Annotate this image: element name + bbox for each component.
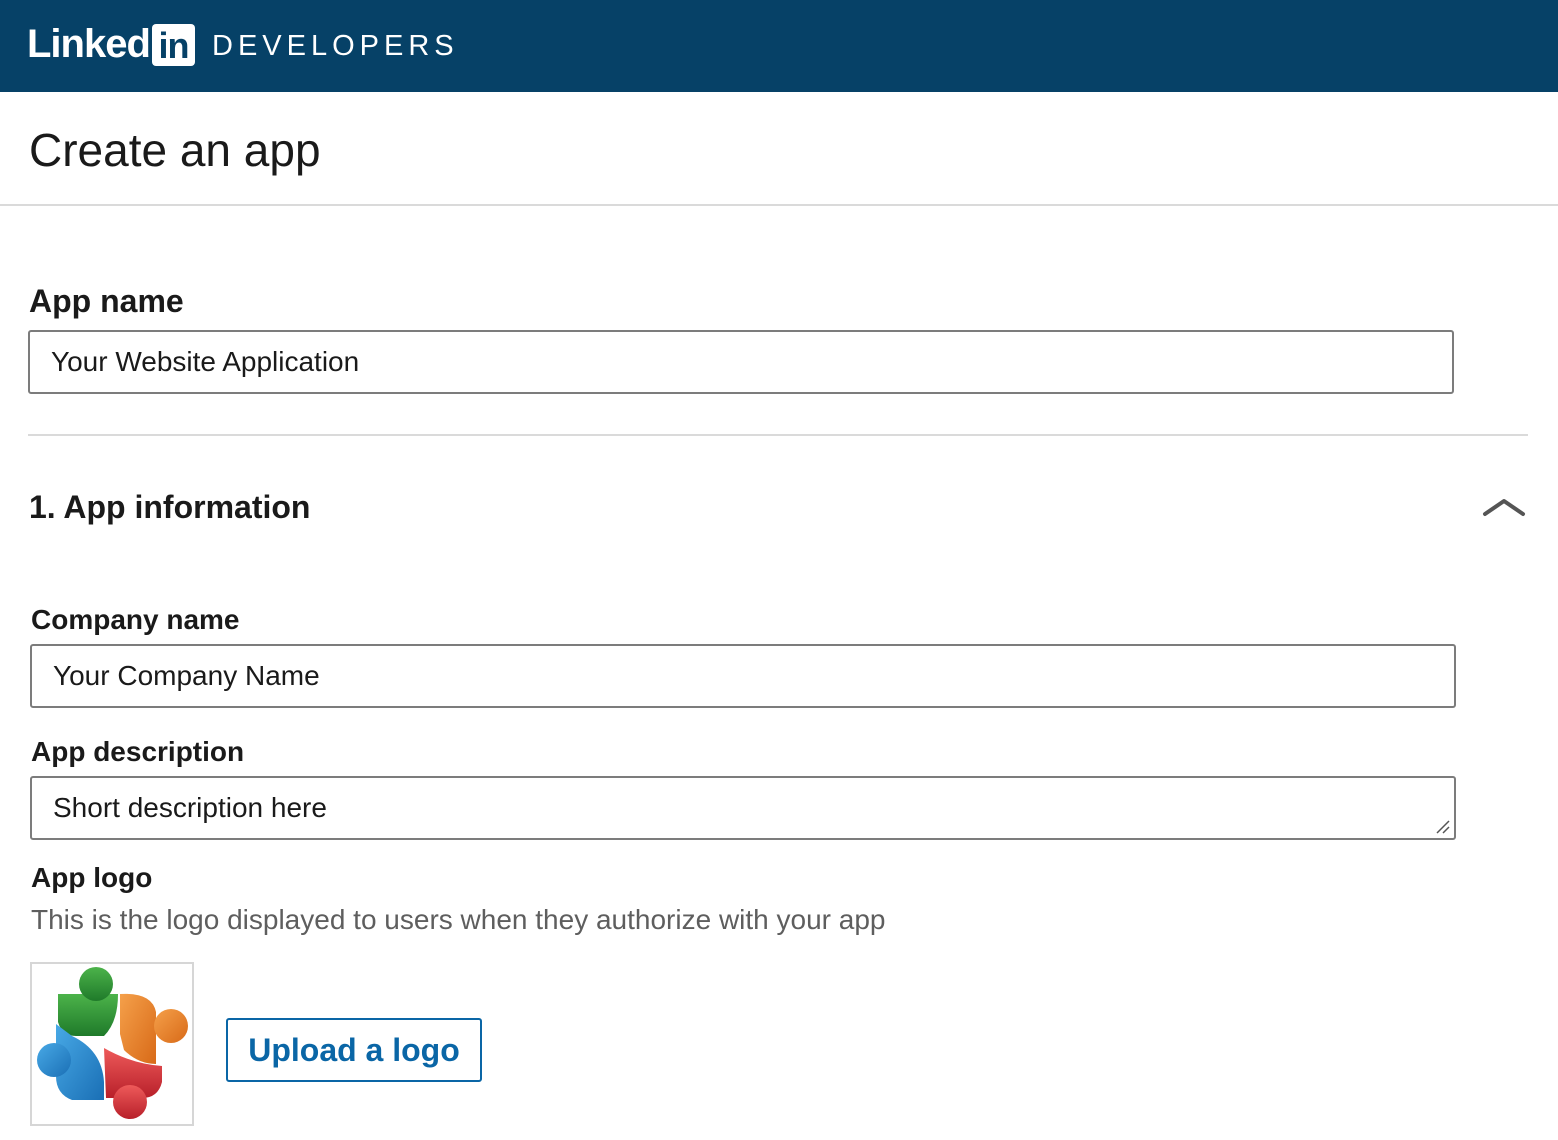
developers-product-label[interactable]: DEVELOPERS — [212, 28, 459, 64]
title-divider — [0, 204, 1558, 206]
chevron-up-icon[interactable] — [1481, 494, 1527, 520]
app-description-textarea[interactable] — [30, 776, 1456, 840]
app-logo-preview — [30, 962, 194, 1126]
app-name-input[interactable] — [28, 330, 1454, 394]
team-people-logo-icon — [37, 967, 188, 1119]
linkedin-wordmark[interactable]: Linked — [27, 20, 151, 68]
page-title: Create an app — [29, 124, 321, 176]
app-name-label: App name — [29, 283, 184, 319]
linkedin-in-badge-text: in — [158, 25, 190, 66]
resize-grip-icon[interactable] — [1434, 818, 1450, 834]
section-divider — [28, 434, 1528, 436]
linkedin-in-badge-icon[interactable]: in — [152, 24, 195, 66]
app-logo-helper-text: This is the logo displayed to users when… — [31, 904, 886, 935]
app-information-section-title: 1. App information — [29, 489, 311, 525]
company-name-input[interactable] — [30, 644, 1456, 708]
company-name-label: Company name — [31, 604, 240, 635]
top-navigation-bar: Linked in DEVELOPERS — [0, 0, 1558, 92]
app-logo-label: App logo — [31, 862, 153, 893]
app-description-label: App description — [31, 736, 245, 767]
upload-logo-button[interactable]: Upload a logo — [226, 1018, 482, 1082]
